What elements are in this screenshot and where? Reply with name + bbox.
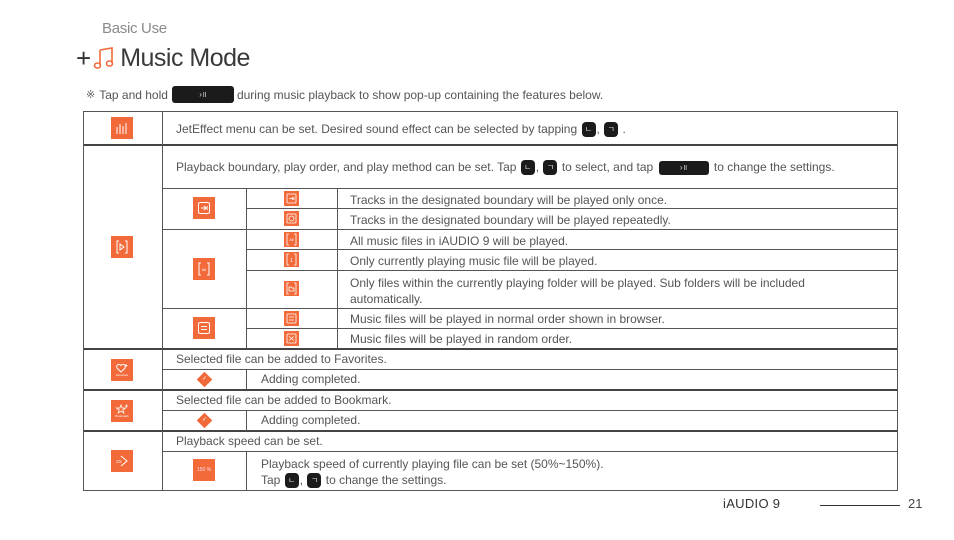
favorites-text: Selected file can be added to Favorites. bbox=[176, 352, 387, 366]
speed-icon: 2X bbox=[111, 450, 133, 472]
column-divider bbox=[162, 111, 163, 491]
repeat-icon bbox=[284, 211, 299, 226]
separator: , bbox=[596, 122, 600, 136]
column-divider bbox=[246, 369, 247, 390]
check-diamond-icon: ✓ bbox=[196, 371, 213, 388]
row-divider bbox=[162, 369, 898, 370]
row-divider bbox=[162, 308, 898, 309]
row-divider bbox=[83, 144, 898, 146]
boundary-icon bbox=[193, 197, 215, 219]
shuffle-text: Music files will be played in random ord… bbox=[350, 332, 573, 346]
page-title-row: + Music Mode bbox=[76, 42, 250, 74]
favorites-icon: Favorites bbox=[111, 359, 133, 381]
speed-detail-line-1: Playback speed of currently playing file… bbox=[261, 457, 604, 471]
page-number: 21 bbox=[908, 496, 923, 511]
column-divider bbox=[337, 188, 338, 349]
all-icon: All bbox=[284, 232, 299, 247]
footer-rule bbox=[820, 505, 900, 506]
music-note-icon bbox=[93, 47, 114, 69]
folder-text: Only files within the currently playing … bbox=[350, 276, 805, 306]
row-divider bbox=[162, 410, 898, 411]
row-divider bbox=[83, 348, 898, 350]
page-title: Music Mode bbox=[120, 43, 250, 72]
playback-text-c: to change the settings. bbox=[713, 160, 835, 174]
scope-all-icon: All bbox=[193, 258, 215, 280]
play-mode-icon bbox=[111, 236, 133, 258]
favorites-complete-text: Adding completed. bbox=[261, 372, 361, 386]
separator: , bbox=[299, 473, 304, 487]
bookmark-icon: Bookmark bbox=[111, 400, 133, 422]
svg-text:1: 1 bbox=[290, 258, 293, 264]
check-diamond-icon: ✓ bbox=[196, 412, 213, 429]
all-text: All music files in iAUDIO 9 will be play… bbox=[350, 234, 569, 248]
period: . bbox=[622, 122, 626, 136]
jeteffect-description: JetEffect menu can be set. Desired sound… bbox=[176, 122, 626, 138]
play-once-icon bbox=[284, 191, 299, 206]
left-button-icon: ㄴ bbox=[520, 160, 535, 176]
bookmark-text: Selected file can be added to Bookmark. bbox=[176, 393, 392, 407]
repeat-text: Tracks in the designated boundary will b… bbox=[350, 213, 671, 227]
right-button-icon: ㄱ bbox=[604, 122, 619, 138]
speed-icon-label: 2X bbox=[116, 459, 122, 464]
table-border-right bbox=[897, 111, 898, 491]
play-pause-button-icon: ›॥ bbox=[658, 160, 709, 175]
bookmark-complete-text: Adding completed. bbox=[261, 413, 361, 427]
reference-mark: ※ bbox=[86, 89, 96, 101]
jeteffect-text: JetEffect menu can be set. Desired sound… bbox=[176, 122, 578, 136]
column-divider bbox=[246, 451, 247, 491]
row-divider bbox=[162, 188, 898, 189]
speed-detail-line-2: Tap ㄴ, ㄱ to change the settings. bbox=[261, 472, 604, 489]
column-divider bbox=[246, 188, 247, 349]
row-divider bbox=[162, 229, 898, 230]
row-divider bbox=[162, 451, 898, 452]
play-pause-button-icon: ›॥ bbox=[171, 86, 234, 103]
row-divider bbox=[246, 249, 898, 250]
svg-text:All: All bbox=[290, 238, 294, 242]
favorites-icon-label: Favorites bbox=[115, 373, 129, 377]
playback-text-b: to select, and tap bbox=[561, 160, 654, 174]
shuffle-icon bbox=[284, 331, 299, 346]
speed-detail: Playback speed of currently playing file… bbox=[261, 456, 604, 489]
section-label: Basic Use bbox=[102, 20, 167, 37]
playback-description: Playback boundary, play order, and play … bbox=[176, 160, 835, 176]
folder-icon bbox=[284, 281, 299, 296]
one-icon: 1 bbox=[284, 252, 299, 267]
bookmark-icon-label: Bookmark bbox=[115, 414, 129, 418]
playback-text-a: Playback boundary, play order, and play … bbox=[176, 160, 517, 174]
play-once-text: Tracks in the designated boundary will b… bbox=[350, 193, 668, 207]
right-button-icon: ㄱ bbox=[543, 160, 558, 176]
svg-text:All: All bbox=[202, 267, 207, 272]
row-divider bbox=[246, 208, 898, 209]
footer-brand: iAUDIO 9 bbox=[723, 496, 781, 511]
table-border-bottom bbox=[83, 490, 898, 491]
speed-text: Playback speed can be set. bbox=[176, 434, 323, 448]
normal-order-text: Music files will be played in normal ord… bbox=[350, 312, 665, 326]
normal-order-icon bbox=[284, 311, 299, 326]
row-divider bbox=[246, 270, 898, 271]
order-icon bbox=[193, 317, 215, 339]
row-divider bbox=[83, 430, 898, 432]
speed-percent-icon: 150 % bbox=[193, 459, 215, 481]
intro-text-after: during music playback to show pop-up con… bbox=[236, 87, 604, 102]
speed-change-text: to change the settings. bbox=[325, 473, 447, 487]
left-button-icon: ㄴ bbox=[581, 122, 596, 138]
speed-tap-text: Tap bbox=[261, 473, 281, 487]
column-divider bbox=[246, 410, 247, 431]
equalizer-icon bbox=[111, 117, 133, 139]
intro-text-before: Tap and hold bbox=[99, 87, 168, 102]
right-button-icon: ㄱ bbox=[307, 473, 322, 489]
row-divider bbox=[246, 328, 898, 329]
separator: , bbox=[535, 160, 540, 174]
intro-note: ※ Tap and hold ›॥ during music playback … bbox=[86, 86, 603, 103]
row-divider bbox=[83, 389, 898, 391]
one-text: Only currently playing music file will b… bbox=[350, 254, 598, 268]
plus-mark: + bbox=[76, 43, 92, 73]
table-border-left bbox=[83, 111, 84, 491]
table-border-top bbox=[83, 111, 898, 112]
left-button-icon: ㄴ bbox=[284, 473, 299, 489]
